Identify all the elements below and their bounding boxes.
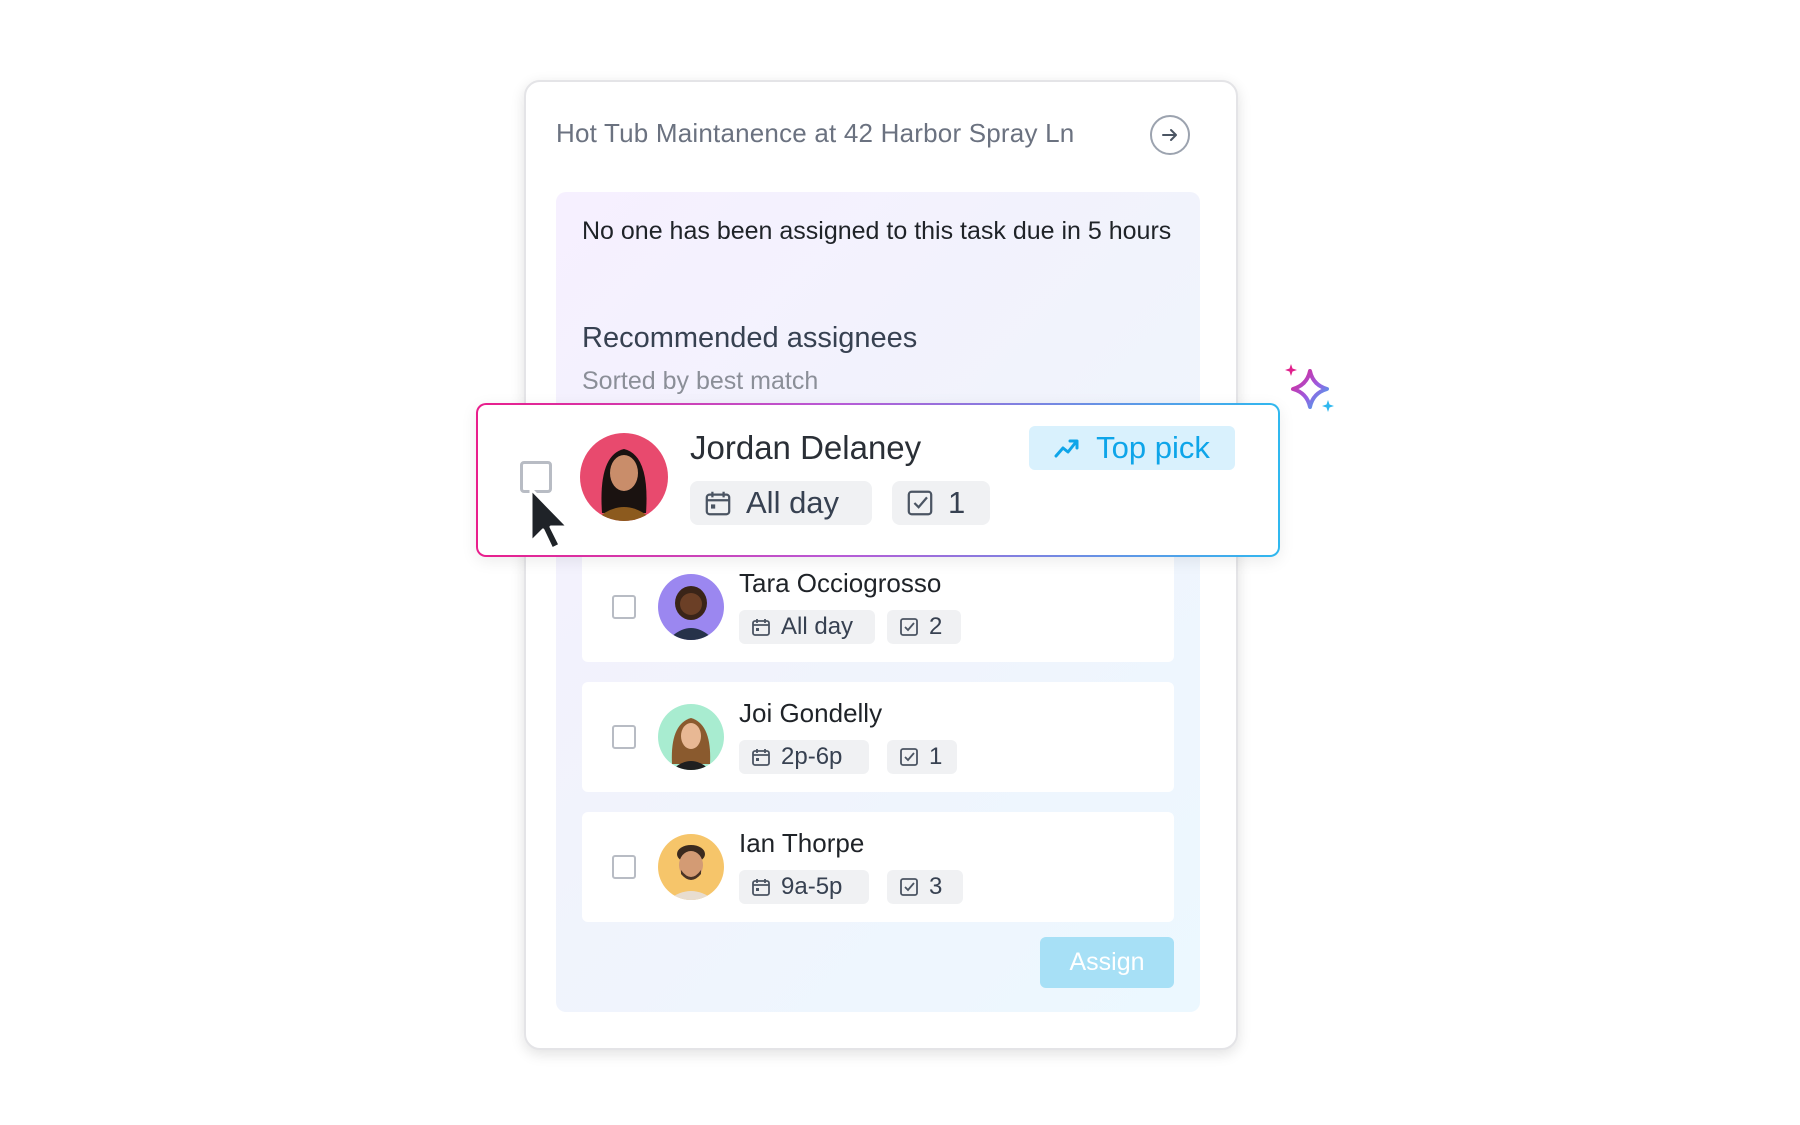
cursor-icon (529, 487, 570, 551)
assignee-row-ian[interactable]: Ian Thorpe 9a-5p 3 (582, 812, 1174, 922)
calendar-icon (705, 491, 731, 516)
availability-text: 2p-6p (781, 743, 843, 770)
assignee-checkbox[interactable] (612, 725, 636, 749)
sparkle-icon (1285, 364, 1334, 412)
trending-up-icon (1054, 439, 1079, 458)
assignee-name: Ian Thorpe (739, 828, 865, 858)
task-count-chip: 2 (887, 610, 961, 644)
task-count: 1 (929, 743, 943, 770)
task-check-icon (900, 748, 918, 766)
open-task-button[interactable] (1150, 115, 1190, 155)
task-count: 3 (929, 873, 943, 900)
recommended-subtitle: Sorted by best match (582, 367, 819, 395)
assignee-name: Joi Gondelly (739, 698, 883, 728)
assignee-row-joi[interactable]: Joi Gondelly 2p-6p 1 (582, 682, 1174, 792)
assignee-name: Tara Occiogrosso (739, 568, 942, 598)
recommended-title: Recommended assignees (582, 322, 918, 354)
task-title: Hot Tub Maintanence at 42 Harbor Spray L… (556, 118, 1075, 148)
assign-button[interactable]: Assign (1040, 937, 1174, 988)
task-check-icon (900, 878, 918, 896)
avatar (658, 574, 724, 640)
availability-chip: All day (739, 610, 875, 644)
assignee-checkbox[interactable] (612, 595, 636, 619)
availability-chip: 9a-5p (739, 870, 869, 904)
assignee-checkbox[interactable] (612, 855, 636, 879)
unassigned-notice: No one has been assigned to this task du… (582, 217, 1172, 245)
top-pick-badge: Top pick (1029, 426, 1235, 470)
top-pick-name: Jordan Delaney (690, 429, 922, 466)
availability-text: All day (746, 485, 840, 520)
avatar (658, 704, 724, 770)
availability-chip: 2p-6p (739, 740, 869, 774)
arrow-right-icon (1162, 129, 1177, 141)
task-count-chip: 3 (887, 870, 963, 904)
task-count-chip: 1 (892, 481, 990, 525)
top-pick-row[interactable]: Jordan Delaney All day 1 Top pick (476, 403, 1280, 557)
calendar-icon (752, 619, 770, 636)
calendar-icon (752, 749, 770, 766)
assignee-row-tara[interactable]: Tara Occiogrosso All day 2 (582, 552, 1174, 662)
task-count-chip: 1 (887, 740, 957, 774)
top-pick-row-body: Jordan Delaney All day 1 Top pick (478, 405, 1278, 555)
avatar (658, 834, 724, 900)
avatar (580, 433, 668, 521)
calendar-icon (752, 879, 770, 896)
task-count: 2 (929, 613, 943, 640)
task-count: 1 (948, 485, 966, 520)
availability-text: All day (781, 613, 854, 640)
task-check-icon (900, 618, 918, 636)
task-check-icon (907, 490, 933, 516)
availability-chip: All day (690, 481, 872, 525)
top-pick-label: Top pick (1096, 430, 1210, 465)
availability-text: 9a-5p (781, 873, 843, 900)
